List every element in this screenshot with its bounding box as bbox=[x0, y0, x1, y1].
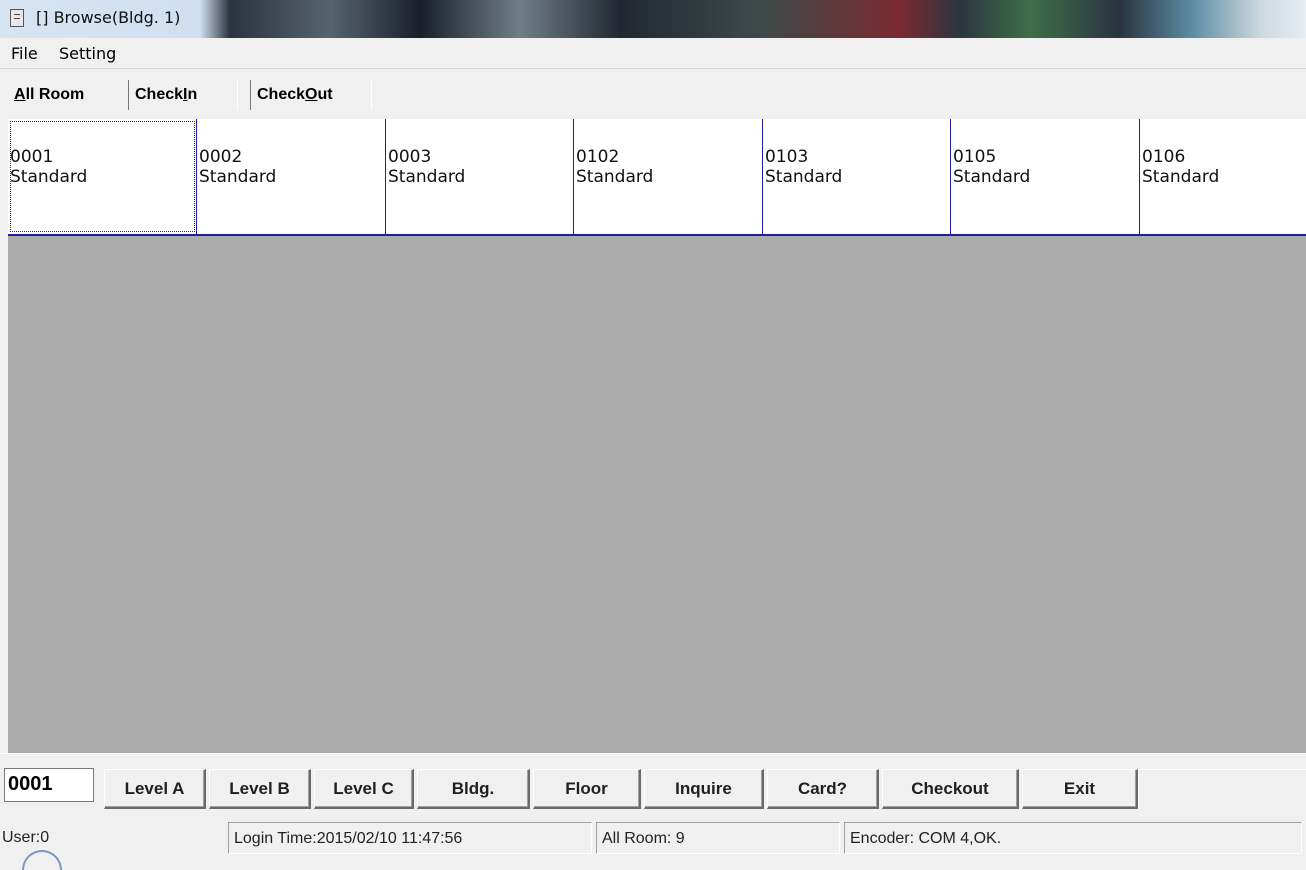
room-type: Standard bbox=[953, 167, 1031, 187]
menu-bar: File Setting bbox=[0, 38, 1306, 69]
status-user: User:0 bbox=[2, 829, 50, 846]
checkout-button[interactable]: Checkout bbox=[882, 769, 1019, 809]
window-title: [] Browse(Bldg. 1) bbox=[36, 8, 181, 27]
room-number: 0106 bbox=[1142, 147, 1186, 167]
room-number-field[interactable]: 0001 bbox=[4, 768, 94, 802]
card-button[interactable]: Card? bbox=[767, 769, 879, 809]
bldg-button[interactable]: Bldg. bbox=[417, 769, 530, 809]
room-type: Standard bbox=[199, 167, 277, 187]
tab-checkin-prefix: Check bbox=[135, 86, 184, 103]
room-number: 0105 bbox=[953, 147, 997, 167]
menu-setting[interactable]: Setting bbox=[59, 44, 116, 63]
room-tile[interactable]: 0103 Standard bbox=[763, 119, 951, 234]
level-a-button[interactable]: Level A bbox=[104, 769, 206, 809]
tab-checkout-accel: O bbox=[305, 86, 318, 103]
room-type: Standard bbox=[576, 167, 654, 187]
room-type: Standard bbox=[388, 167, 466, 187]
room-type: Standard bbox=[1142, 167, 1220, 187]
menu-file[interactable]: File bbox=[11, 44, 38, 63]
room-tile[interactable]: 0001 Standard bbox=[8, 119, 197, 234]
room-number: 0003 bbox=[388, 147, 432, 167]
tab-all-room[interactable]: All Room bbox=[8, 80, 126, 110]
room-number: 0103 bbox=[765, 147, 809, 167]
level-c-button[interactable]: Level C bbox=[314, 769, 414, 809]
tab-checkout[interactable]: CheckOut bbox=[250, 80, 372, 110]
room-tile[interactable]: 0106 Standard bbox=[1140, 119, 1306, 234]
room-grid: 0001 Standard 0002 Standard 0003 Standar… bbox=[8, 119, 1306, 753]
room-type: Standard bbox=[765, 167, 843, 187]
tab-all-room-accel: A bbox=[14, 86, 26, 103]
room-tile[interactable]: 0003 Standard bbox=[386, 119, 574, 234]
room-tile[interactable]: 0105 Standard bbox=[951, 119, 1140, 234]
status-encoder: Encoder: COM 4,OK. bbox=[844, 822, 1302, 854]
title-bar: [] Browse(Bldg. 1) bbox=[0, 0, 1306, 38]
tab-checkout-prefix: Check bbox=[257, 86, 306, 103]
room-number: 0002 bbox=[199, 147, 243, 167]
inquire-button[interactable]: Inquire bbox=[644, 769, 764, 809]
status-bar: User:0 Login Time:2015/02/10 11:47:56 Al… bbox=[0, 820, 1306, 870]
tab-checkin[interactable]: CheckIn bbox=[128, 80, 238, 110]
room-row: 0001 Standard 0002 Standard 0003 Standar… bbox=[8, 119, 1306, 236]
level-b-button[interactable]: Level B bbox=[209, 769, 311, 809]
status-login-time: Login Time:2015/02/10 11:47:56 bbox=[228, 822, 592, 854]
room-number: 0102 bbox=[576, 147, 620, 167]
room-number: 0001 bbox=[10, 147, 54, 167]
floor-button[interactable]: Floor bbox=[533, 769, 641, 809]
room-type: Standard bbox=[10, 167, 88, 187]
status-all-room: All Room: 9 bbox=[596, 822, 840, 854]
room-tile[interactable]: 0002 Standard bbox=[197, 119, 386, 234]
exit-button[interactable]: Exit bbox=[1022, 769, 1138, 809]
bottom-toolbar: 0001 Level A Level B Level C Bldg. Floor… bbox=[0, 753, 1306, 819]
toolbar-spacer bbox=[1138, 769, 1306, 809]
document-window-icon[interactable] bbox=[10, 9, 24, 27]
room-tile[interactable]: 0102 Standard bbox=[574, 119, 763, 234]
tab-checkin-suffix: n bbox=[187, 86, 198, 103]
tab-all-room-label: ll Room bbox=[25, 86, 85, 103]
tab-checkout-suffix: ut bbox=[317, 86, 333, 103]
tab-bar: All Room CheckIn CheckOut bbox=[0, 70, 1306, 118]
